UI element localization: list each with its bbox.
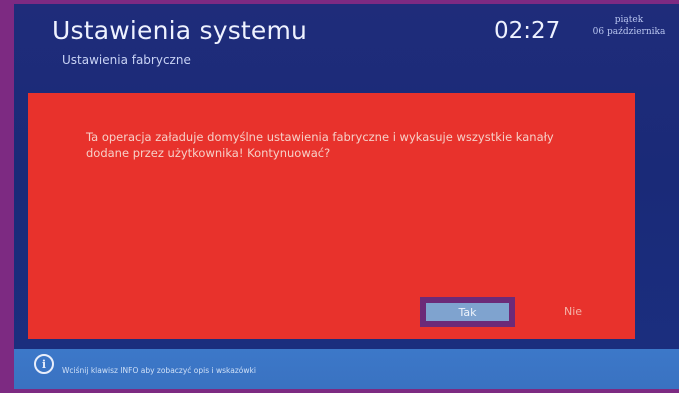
clock: 02:27 [494,18,561,44]
dialog-message: Ta operacja załaduje domyślne ustawienia… [86,130,554,160]
yes-button[interactable]: Tak [420,297,515,327]
date-display: piątek 06 października [574,14,679,38]
yes-button-label: Tak [426,303,509,321]
factory-reset-dialog: Ta operacja załaduje domyślne ustawienia… [28,93,635,339]
no-button[interactable]: Nie [548,305,598,318]
info-hint: Wciśnij klawisz INFO aby zobaczyć opis i… [62,366,256,375]
info-bar: i Wciśnij klawisz INFO aby zobaczyć opis… [14,349,679,389]
date-day: piątek [614,15,644,25]
info-icon: i [34,354,54,374]
page-subtitle: Ustawienia fabryczne [62,53,191,67]
page-title: Ustawienia systemu [52,16,308,45]
date-full: 06 października [592,27,666,37]
settings-screen: Ustawienia systemu Ustawienia fabryczne … [14,4,679,389]
